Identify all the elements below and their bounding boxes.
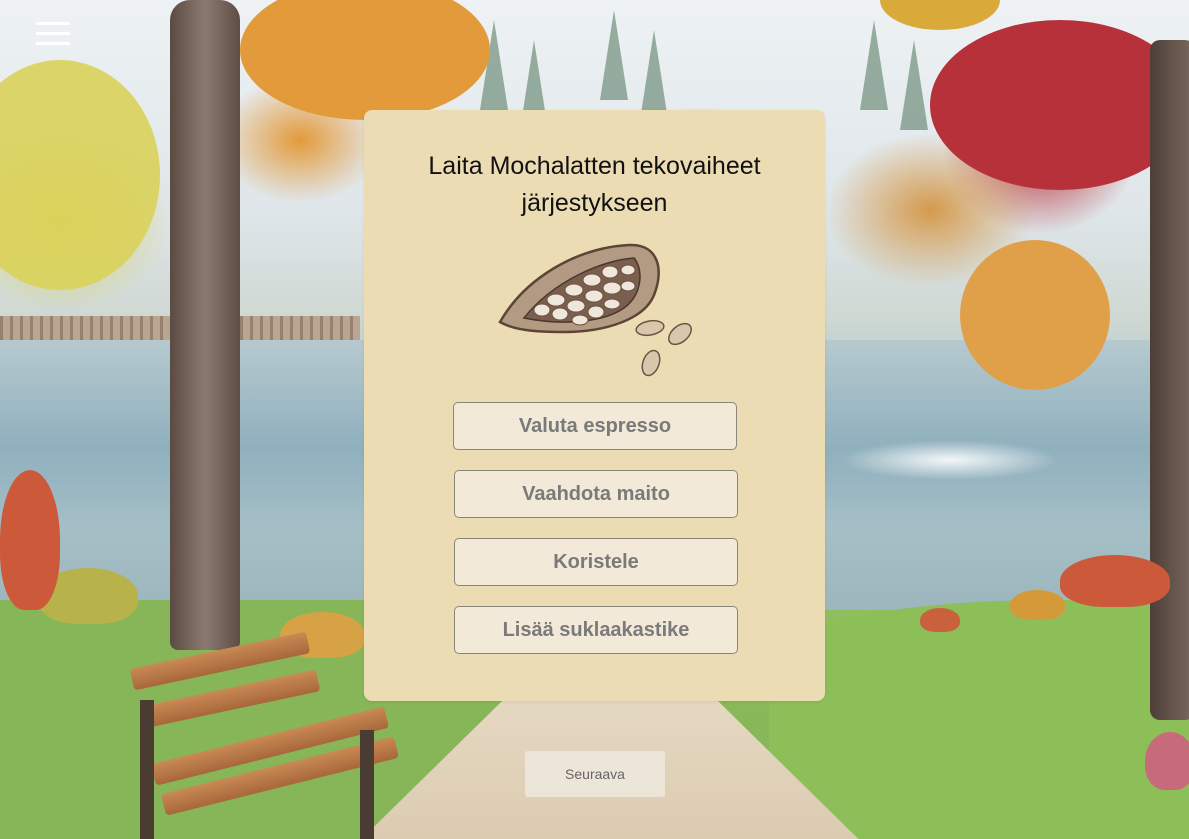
step-button-lisaa-suklaakastike[interactable]: Lisää suklaakastike bbox=[454, 606, 738, 654]
pine-tree bbox=[640, 30, 668, 120]
step-button-vaahdota-maito[interactable]: Vaahdota maito bbox=[454, 470, 738, 518]
red-shrub bbox=[1060, 555, 1170, 607]
pine-tree bbox=[860, 20, 888, 110]
orange-tree bbox=[960, 240, 1110, 390]
cocoa-pod-icon bbox=[498, 243, 692, 377]
bush bbox=[1145, 732, 1189, 790]
bush bbox=[920, 608, 960, 632]
hamburger-menu-icon[interactable] bbox=[36, 22, 70, 46]
next-button[interactable]: Seuraava bbox=[525, 751, 665, 797]
tree-trunk-right bbox=[1150, 40, 1189, 720]
quiz-card: Laita Mochalatten tekovaiheet järjestyks… bbox=[364, 110, 825, 701]
bush bbox=[1010, 590, 1065, 620]
yellow-foliage bbox=[880, 0, 1000, 30]
pine-tree bbox=[900, 40, 928, 130]
lawn-right bbox=[769, 600, 1189, 839]
red-shrub bbox=[0, 470, 60, 610]
pine-tree bbox=[600, 10, 628, 100]
step-button-koristele[interactable]: Koristele bbox=[454, 538, 738, 586]
card-title: Laita Mochalatten tekovaiheet järjestyks… bbox=[428, 152, 761, 217]
step-button-valuta-espresso[interactable]: Valuta espresso bbox=[453, 402, 737, 450]
tree-trunk-left bbox=[170, 0, 240, 650]
fountain-reflection bbox=[840, 440, 1060, 480]
